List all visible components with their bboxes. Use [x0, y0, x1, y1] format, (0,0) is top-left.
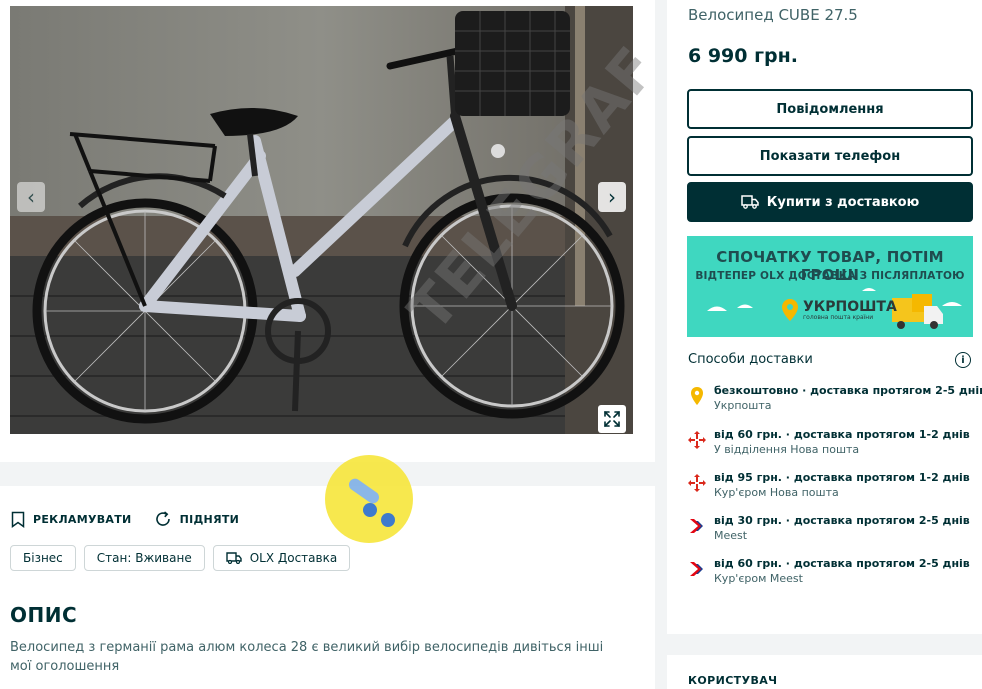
buy-with-delivery-button[interactable]: Купити з доставкою	[687, 182, 973, 222]
show-phone-button[interactable]: Показати телефон	[687, 136, 973, 176]
delivery-option-sub: Кур'єром Meest	[714, 572, 803, 585]
truck-icon	[740, 195, 759, 209]
delivery-option: від 60 грн. · доставка протягом 1-2 днів…	[687, 428, 970, 462]
delivery-option-main: безкоштовно · доставка протягом 2-5 днів	[714, 384, 982, 397]
expand-icon	[604, 411, 620, 427]
delivery-option-sub: Укрпошта	[714, 399, 772, 412]
meest-icon	[690, 519, 703, 533]
delivery-option-main: від 30 грн. · доставка протягом 2-5 днів	[714, 514, 970, 527]
tag-list: Бізнес Стан: Вживане OLX Доставка	[10, 545, 351, 571]
user-section-title: КОРИСТУВАЧ	[688, 674, 778, 687]
delivery-methods-title: Способи доставки	[688, 352, 813, 367]
delivery-option: від 60 грн. · доставка протягом 2-5 днів…	[687, 557, 970, 591]
chevron-right-icon: ›	[608, 185, 616, 209]
ukrposhta-logo: УКРПОШТА головна пошта країни	[781, 298, 897, 322]
delivery-option-main: від 60 грн. · доставка протягом 1-2 днів	[714, 428, 970, 441]
message-button-label: Повідомлення	[776, 101, 884, 117]
delivery-option: безкоштовно · доставка протягом 2-5 днів…	[687, 384, 982, 418]
gallery-prev-button[interactable]: ‹	[17, 182, 45, 212]
delivery-option-main: від 60 грн. · доставка протягом 2-5 днів	[714, 557, 970, 570]
product-price: 6 990 грн.	[688, 45, 798, 67]
show-phone-button-label: Показати телефон	[759, 148, 901, 164]
nova-poshta-icon	[688, 431, 706, 449]
raise-label: ПІДНЯТИ	[179, 512, 240, 526]
gallery-card: ‹ ›	[0, 0, 655, 462]
fullscreen-button[interactable]	[598, 405, 626, 433]
chevron-left-icon: ‹	[27, 185, 35, 209]
ukrposhta-icon	[691, 387, 703, 405]
ukrposhta-tagline: головна пошта країни	[803, 313, 874, 321]
delivery-option: від 30 грн. · доставка протягом 2-5 днів…	[687, 514, 970, 548]
delivery-option-sub: Meest	[714, 529, 748, 542]
refresh-icon	[155, 511, 170, 526]
olx-delivery-banner[interactable]: СПОЧАТКУ ТОВАР, ПОТІМ ГРОШІ ВІДТЕПЕР OLX…	[687, 236, 973, 337]
message-button[interactable]: Повідомлення	[687, 89, 973, 129]
nova-poshta-icon	[688, 474, 706, 492]
page: ‹ › РЕКЛАМУВАТИ ПІДНЯТИ Бізнес Стан: Вжи…	[0, 0, 982, 689]
product-title: Велосипед CUBE 27.5	[688, 6, 858, 24]
tag-label: Стан: Вживане	[96, 551, 192, 565]
delivery-option-sub: У відділення Нова пошта	[714, 443, 860, 456]
meest-icon	[690, 562, 703, 576]
advertise-label: РЕКЛАМУВАТИ	[33, 512, 132, 526]
tag-label: Бізнес	[23, 551, 63, 565]
advertise-button[interactable]: РЕКЛАМУВАТИ	[11, 511, 132, 528]
tag-label: OLX Доставка	[249, 551, 338, 565]
ukrposhta-brand: УКРПОШТА	[803, 298, 897, 315]
delivery-option-sub: Кур'єром Нова пошта	[714, 486, 839, 499]
tag-condition[interactable]: Стан: Вживане	[83, 545, 205, 571]
ukrposhta-icon	[782, 299, 798, 321]
watermark-logo	[325, 455, 413, 543]
bookmark-icon	[11, 511, 25, 528]
raise-button[interactable]: ПІДНЯТИ	[154, 510, 240, 528]
truck-icon	[226, 552, 242, 564]
info-icon[interactable]: i	[955, 352, 971, 368]
tag-olx-delivery[interactable]: OLX Доставка	[212, 545, 351, 571]
promo-actions: РЕКЛАМУВАТИ ПІДНЯТИ	[11, 510, 239, 528]
description-title: ОПИС	[10, 603, 78, 627]
gallery-next-button[interactable]: ›	[598, 182, 626, 212]
tag-business[interactable]: Бізнес	[10, 545, 76, 571]
delivery-option: від 95 грн. · доставка протягом 1-2 днів…	[687, 471, 970, 505]
description-text: Велосипед з германії рама алюм колеса 28…	[10, 640, 604, 674]
buy-with-delivery-label: Купити з доставкою	[766, 194, 920, 210]
delivery-option-main: від 95 грн. · доставка протягом 1-2 днів	[714, 471, 970, 484]
